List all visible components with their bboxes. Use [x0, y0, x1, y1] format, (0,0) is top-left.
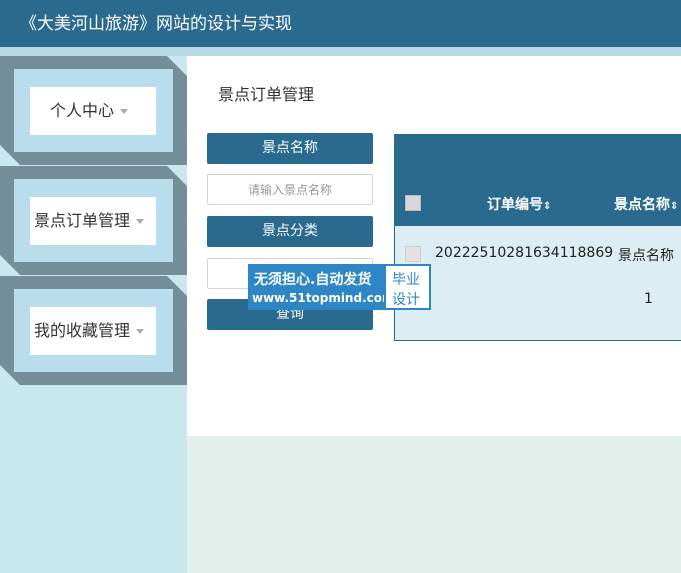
sidebar-item-label: 我的收藏管理: [34, 321, 131, 340]
row-checkbox[interactable]: [405, 246, 421, 262]
sidebar-item-label: 景点订单管理: [34, 211, 131, 230]
column-order-no[interactable]: 订单编号⇕: [487, 194, 551, 214]
watermark-right2: 设计: [392, 292, 420, 308]
column-spot-name[interactable]: 景点名称⇕: [614, 194, 678, 214]
order-no-cell: 20222510281634118869: [435, 245, 614, 261]
site-title: 《大美河山旅游》网站的设计与实现: [20, 14, 292, 34]
sidebar-item-favorites-management: 我的收藏管理: [0, 276, 187, 385]
sidebar: 个人中心 景点订单管理 我的收藏管理: [0, 56, 187, 573]
personal-center-button[interactable]: 个人中心: [30, 87, 156, 135]
chevron-down-icon: [120, 109, 129, 114]
column-header-label: 景点名称: [614, 197, 670, 213]
sort-icon: ⇕: [670, 201, 679, 212]
favorites-management-button[interactable]: 我的收藏管理: [30, 307, 156, 355]
order-table: 订单编号⇕ 景点名称⇕ 20222510281634118869 景点名称 1: [394, 134, 681, 341]
watermark-right1: 毕业: [392, 272, 420, 288]
main-content: 景点订单管理 景点名称 景点分类 查询 订单编号⇕ 景点名称⇕ 20222510…: [187, 56, 681, 436]
app-header: 《大美河山旅游》网站的设计与实现: [0, 0, 681, 47]
page-title: 景点订单管理: [218, 85, 315, 104]
spot-name-label: 景点名称: [207, 133, 373, 164]
sidebar-item-order-management: 景点订单管理: [0, 166, 187, 275]
order-management-button[interactable]: 景点订单管理: [30, 197, 156, 245]
spot-name-input[interactable]: [207, 174, 373, 205]
select-all-checkbox[interactable]: [405, 195, 421, 211]
row-value-cell: 1: [644, 291, 653, 307]
watermark-line1: 无须担心.自动发货: [254, 272, 372, 288]
header-strip: [0, 47, 681, 56]
sidebar-item-label: 个人中心: [50, 101, 115, 120]
spot-name-cell: 景点名称: [618, 248, 674, 264]
sort-icon: ⇕: [543, 201, 552, 212]
table-header: 订单编号⇕ 景点名称⇕: [395, 135, 681, 226]
sidebar-item-personal-center: 个人中心: [0, 56, 187, 165]
spot-category-label: 景点分类: [207, 216, 373, 247]
column-header-label: 订单编号: [487, 197, 543, 213]
table-row: 20222510281634118869 景点名称 1: [395, 226, 681, 340]
watermark-badge: 无须担心.自动发货 www.51topmind.com 毕业 设计: [248, 264, 431, 310]
watermark-line2: www.51topmind.com: [252, 291, 395, 305]
chevron-down-icon: [136, 329, 145, 334]
chevron-down-icon: [136, 219, 145, 224]
